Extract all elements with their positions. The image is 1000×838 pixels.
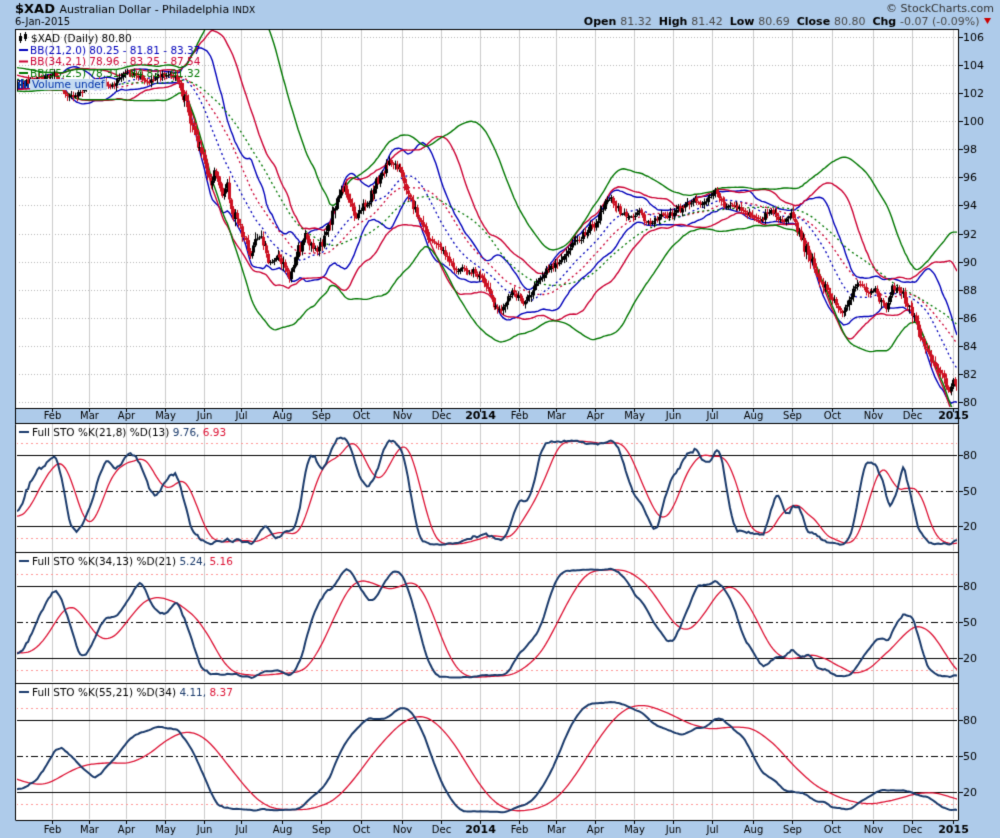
stockcharts-page: { "header": { "symbol": "$XAD", "name": … — [0, 0, 1000, 838]
chart-canvas — [0, 0, 1000, 838]
